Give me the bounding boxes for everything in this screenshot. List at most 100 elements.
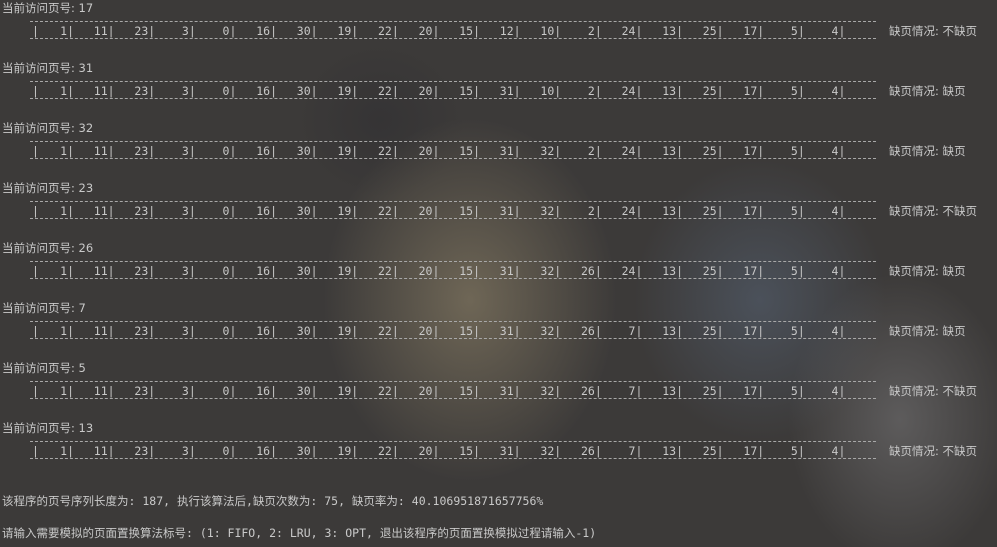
frame-cell: 3|	[152, 383, 196, 399]
current-page-label: 当前访问页号: 5	[2, 361, 86, 375]
frame-cell: 5|	[761, 443, 805, 459]
frame-value: 26	[581, 384, 595, 398]
frame-cell: 4|	[801, 263, 846, 279]
current-page-label: 当前访问页号: 7	[2, 301, 86, 315]
frame-value: 25	[702, 444, 717, 458]
frame-cell: 16|	[233, 143, 277, 159]
frame-value: 17	[743, 324, 758, 338]
frame-value: 2	[587, 144, 595, 158]
frame-cell: 26|	[558, 443, 602, 459]
page-fault-status: 缺页情况: 缺页	[889, 324, 966, 338]
frame-value: 19	[337, 264, 352, 278]
frame-value: 25	[702, 144, 717, 158]
frame-value: 5	[790, 204, 798, 218]
frame-cell: 17|	[720, 83, 764, 99]
page-access-block: 当前访问页号: 13 | 1| 11| 23| 3| 0| 16| 30| 19| 22| 20| 15…	[0, 420, 997, 480]
frame-cell: 3|	[152, 143, 196, 159]
frame-cell: 11|	[71, 83, 115, 99]
frame-value: 22	[378, 24, 392, 38]
frame-cell: 5|	[761, 83, 805, 99]
frame-cell: 15|	[436, 203, 480, 219]
frame-value: 2	[587, 24, 595, 38]
page-access-block: 当前访问页号: 31 | 1| 11| 23| 3| 0| 16| 30| 19| 22| 20| 15…	[0, 60, 997, 120]
frame-cell: 7|	[598, 383, 643, 399]
table-border-bottom	[30, 398, 876, 399]
frame-value: 20	[418, 24, 433, 38]
frame-value: 17	[743, 204, 758, 218]
cell-separator: |	[838, 444, 846, 458]
frame-cell: 31|	[477, 83, 521, 99]
frame-cell: 3|	[152, 263, 196, 279]
frame-cell: 16|	[233, 443, 277, 459]
frame-cell: 20|	[395, 23, 440, 39]
frame-cell: 19|	[314, 23, 358, 39]
frame-cell: 30|	[274, 23, 318, 39]
frame-value: 32	[540, 384, 555, 398]
frame-cell: 16|	[233, 23, 277, 39]
frame-value: 19	[337, 384, 352, 398]
frame-value: 17	[743, 24, 758, 38]
frame-cell: 11|	[71, 23, 115, 39]
frame-value: 20	[418, 264, 433, 278]
frame-value: 22	[378, 144, 392, 158]
memory-frames-row: | 1| 11| 23| 3| 0| 16| 30| 19| 22| 20| 15| 31| 32| 26|…	[30, 443, 876, 459]
frame-cell: 22|	[355, 263, 399, 279]
frame-cell: 32|	[517, 263, 561, 279]
frame-value: 5	[790, 144, 798, 158]
frame-cell: 31|	[477, 143, 521, 159]
console-output[interactable]: 当前访问页号: 17 | 1| 11| 23| 3| 0| 16| 30| 19| 22| 20| 15…	[0, 0, 997, 547]
frame-cell: 32|	[517, 443, 561, 459]
frame-value: 11	[93, 24, 108, 38]
frame-value: 30	[296, 24, 311, 38]
frame-cell: 17|	[720, 263, 764, 279]
cell-separator: |	[838, 24, 846, 38]
current-page-label: 当前访问页号: 23	[2, 181, 94, 195]
frame-value: 30	[296, 144, 311, 158]
table-border-bottom	[30, 338, 876, 339]
frame-value: 20	[418, 204, 433, 218]
cell-separator: |	[838, 144, 846, 158]
frame-value: 13	[662, 144, 677, 158]
frame-cell: 25|	[680, 83, 724, 99]
frame-value: 20	[418, 144, 433, 158]
frame-cell: 15|	[436, 83, 480, 99]
frame-cell: 31|	[477, 323, 521, 339]
frame-cell: 16|	[233, 323, 277, 339]
frame-cell: 22|	[355, 323, 399, 339]
frame-cell: 0|	[192, 83, 237, 99]
frame-cell: 19|	[314, 83, 358, 99]
frame-value: 13	[662, 84, 677, 98]
frame-value: 15	[459, 444, 474, 458]
current-page-label: 当前访问页号: 13	[2, 421, 94, 435]
page-fault-status: 缺页情况: 缺页	[889, 84, 966, 98]
frame-cell: 13|	[639, 383, 683, 399]
page-access-block: 当前访问页号: 17 | 1| 11| 23| 3| 0| 16| 30| 19| 22| 20| 15…	[0, 0, 997, 60]
frame-cell: 24|	[598, 203, 643, 219]
frame-value: 25	[702, 204, 717, 218]
page-fault-status: 缺页情况: 不缺页	[889, 204, 978, 218]
frame-value: 22	[378, 444, 392, 458]
frame-value: 5	[790, 264, 798, 278]
frame-cell: 15|	[436, 23, 480, 39]
frame-value: 16	[256, 384, 271, 398]
frame-value: 11	[93, 324, 108, 338]
frame-value: 26	[581, 324, 595, 338]
frame-value: 20	[418, 384, 433, 398]
frame-value: 31	[499, 84, 514, 98]
frame-cell: 7|	[598, 443, 643, 459]
frame-cell: 19|	[314, 443, 358, 459]
table-border-bottom	[30, 158, 876, 159]
frame-cell: 1|	[30, 323, 74, 339]
frame-cell: 0|	[192, 443, 237, 459]
frame-cell: 2|	[558, 23, 602, 39]
frame-cell: 17|	[720, 203, 764, 219]
frame-cell: 20|	[395, 263, 440, 279]
frame-cell: 22|	[355, 83, 399, 99]
page-access-block: 当前访问页号: 26 | 1| 11| 23| 3| 0| 16| 30| 19| 22| 20| 15…	[0, 240, 997, 300]
frame-cell: 32|	[517, 203, 561, 219]
frame-cell: 11|	[71, 143, 115, 159]
frame-cell: 30|	[274, 143, 318, 159]
frame-cell: 5|	[761, 203, 805, 219]
frame-value: 3	[181, 84, 189, 98]
frame-cell: 4|	[801, 443, 846, 459]
